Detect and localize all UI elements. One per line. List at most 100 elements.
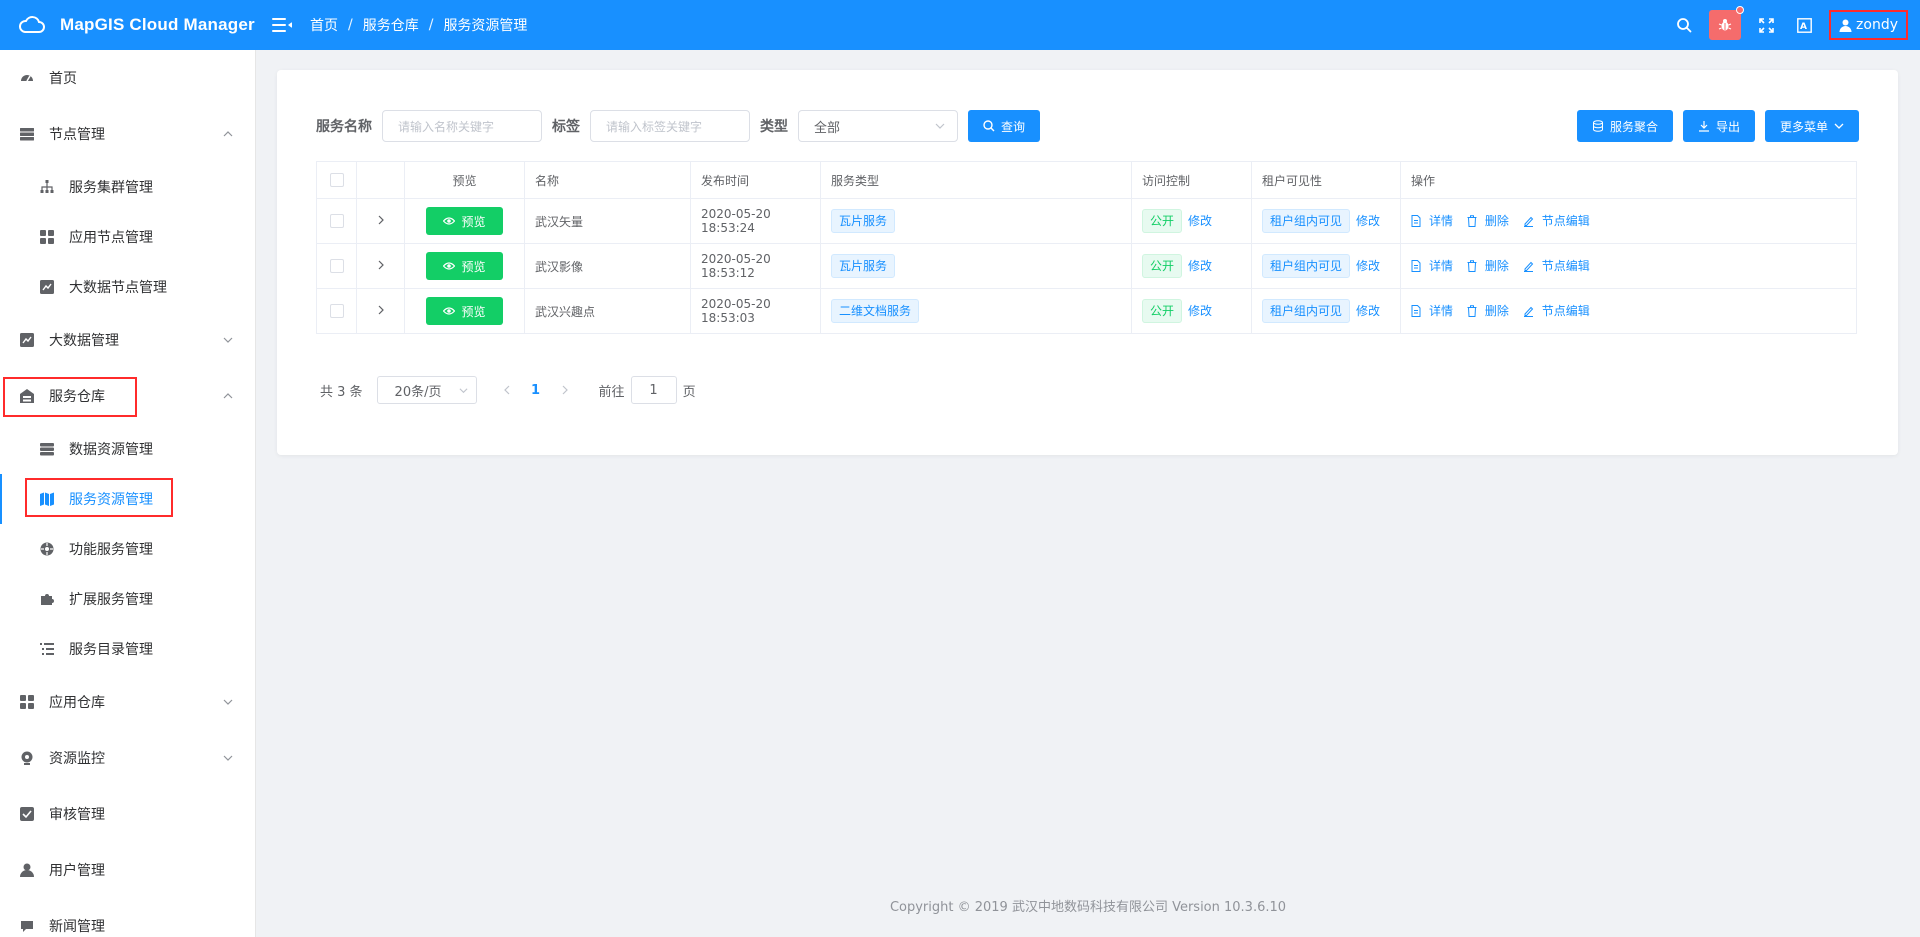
operations-cell: 详情 删除 节点编辑 xyxy=(1400,198,1857,244)
node-edit-label: 节点编辑 xyxy=(1541,214,1590,229)
edit-visibility-link[interactable]: 修改 xyxy=(1356,214,1380,228)
chevron-right-icon xyxy=(562,385,568,395)
sidebar-item-app-node[interactable]: 应用节点管理 xyxy=(0,212,255,262)
preview-button[interactable]: 预览 xyxy=(426,297,503,325)
sidebar-item-bigdata[interactable]: 大数据管理 xyxy=(0,312,255,368)
node-edit-button[interactable]: 节点编辑 xyxy=(1523,257,1590,274)
warehouse-icon xyxy=(20,389,34,403)
preview-label: 预览 xyxy=(461,259,486,274)
node-edit-label: 节点编辑 xyxy=(1541,259,1590,274)
expand-row-button[interactable] xyxy=(376,304,386,318)
breadcrumb-service-warehouse[interactable]: 服务仓库 xyxy=(363,15,419,35)
table-row: 预览 武汉矢量 2020-05-20 18:53:24 瓦片服务 公开 修改 租户… xyxy=(316,198,1857,244)
sidebar-item-node-management[interactable]: 节点管理 xyxy=(0,106,255,162)
next-page-button[interactable] xyxy=(551,376,579,404)
expand-row-button[interactable] xyxy=(376,214,386,228)
node-edit-button[interactable]: 节点编辑 xyxy=(1523,302,1590,319)
sidebar-item-label: 服务集群管理 xyxy=(69,180,153,196)
goto-page-input[interactable]: 1 xyxy=(630,376,677,404)
sidebar-item-news[interactable]: 新闻管理 xyxy=(0,898,255,937)
detail-button[interactable]: 详情 xyxy=(1411,257,1453,274)
edit-access-link[interactable]: 修改 xyxy=(1188,214,1212,228)
expand-row-button[interactable] xyxy=(376,259,386,273)
chevron-down-icon xyxy=(223,699,233,705)
check-icon xyxy=(20,807,34,821)
preview-button[interactable]: 预览 xyxy=(426,252,503,280)
time-cell: 2020-05-20 18:53:24 xyxy=(690,198,821,244)
delete-icon xyxy=(1467,260,1477,272)
sidebar-item-service-resource[interactable]: 服务资源管理 xyxy=(0,474,255,524)
document-icon xyxy=(1411,259,1421,272)
type-cell: 瓦片服务 xyxy=(820,198,1132,244)
edit-access-link[interactable]: 修改 xyxy=(1188,304,1212,318)
row-checkbox[interactable] xyxy=(329,214,344,229)
language-icon[interactable]: A xyxy=(1785,0,1823,50)
name-search-input[interactable]: 请输入名称关键字 xyxy=(382,110,542,142)
search-icon[interactable] xyxy=(1665,0,1703,50)
sidebar-item-data-resource[interactable]: 数据资源管理 xyxy=(0,424,255,474)
service-type-tag: 瓦片服务 xyxy=(831,254,896,278)
sidebar-item-resource-monitor[interactable]: 资源监控 xyxy=(0,730,255,786)
sidebar-item-bigdata-node[interactable]: 大数据节点管理 xyxy=(0,262,255,312)
delete-button[interactable]: 删除 xyxy=(1467,302,1509,319)
page-size-select[interactable]: 20条/页 xyxy=(376,376,477,404)
goto-label: 前往 xyxy=(598,384,625,400)
edit-icon xyxy=(1523,216,1533,227)
tag-search-input[interactable]: 请输入标签关键字 xyxy=(590,110,750,142)
bug-icon xyxy=(1718,19,1732,31)
chart-icon xyxy=(40,280,54,294)
sidebar-item-service-catalog[interactable]: 服务目录管理 xyxy=(0,624,255,674)
collapse-menu-icon[interactable] xyxy=(272,17,292,33)
preview-cell: 预览 xyxy=(404,198,525,244)
prev-page-button[interactable] xyxy=(493,376,521,404)
sidebar-item-label: 新闻管理 xyxy=(49,919,105,935)
sidebar-item-service-warehouse[interactable]: 服务仓库 xyxy=(0,368,255,424)
sidebar-item-app-warehouse[interactable]: 应用仓库 xyxy=(0,674,255,730)
page-number[interactable]: 1 xyxy=(521,376,551,404)
app-title: MapGIS Cloud Manager xyxy=(60,15,255,34)
sidebar-item-extension-service[interactable]: 扩展服务管理 xyxy=(0,574,255,624)
type-select[interactable]: 全部 xyxy=(798,110,958,142)
access-tag: 公开 xyxy=(1142,209,1183,233)
column-header: 名称 xyxy=(524,161,691,199)
sidebar-item-audit[interactable]: 审核管理 xyxy=(0,786,255,842)
export-button-label: 导出 xyxy=(1715,119,1740,134)
user-menu[interactable]: zondy xyxy=(1829,10,1908,40)
fullscreen-icon[interactable] xyxy=(1747,0,1785,50)
edit-visibility-link[interactable]: 修改 xyxy=(1356,259,1380,273)
search-button[interactable]: 查询 xyxy=(968,110,1041,142)
name-cell: 武汉矢量 xyxy=(524,198,691,244)
aggregate-button[interactable]: 服务聚合 xyxy=(1576,110,1673,142)
sidebar-item-label: 服务仓库 xyxy=(49,389,105,405)
more-menu-button[interactable]: 更多菜单 xyxy=(1764,110,1859,142)
row-checkbox[interactable] xyxy=(329,259,344,274)
preview-button[interactable]: 预览 xyxy=(426,207,503,235)
chevron-down-icon xyxy=(223,337,233,343)
sidebar-item-cluster[interactable]: 服务集群管理 xyxy=(0,162,255,212)
brand[interactable]: MapGIS Cloud Manager xyxy=(0,0,256,50)
expand-cell xyxy=(356,198,405,244)
sidebar-item-function-service[interactable]: 功能服务管理 xyxy=(0,524,255,574)
sidebar-item-user[interactable]: 用户管理 xyxy=(0,842,255,898)
column-header: 操作 xyxy=(1400,161,1857,199)
database-icon xyxy=(40,442,54,456)
bug-report-button[interactable] xyxy=(1709,6,1745,40)
delete-button[interactable]: 删除 xyxy=(1467,257,1509,274)
preview-cell: 预览 xyxy=(404,288,525,334)
row-checkbox[interactable] xyxy=(329,304,344,319)
database-icon xyxy=(1592,120,1603,132)
sidebar-item-label: 大数据节点管理 xyxy=(69,280,167,296)
expand-cell xyxy=(356,243,405,289)
node-edit-button[interactable]: 节点编辑 xyxy=(1523,212,1590,229)
detail-button[interactable]: 详情 xyxy=(1411,302,1453,319)
edit-visibility-link[interactable]: 修改 xyxy=(1356,304,1380,318)
export-button[interactable]: 导出 xyxy=(1682,110,1755,142)
edit-access-link[interactable]: 修改 xyxy=(1188,259,1212,273)
sidebar-item-home[interactable]: 首页 xyxy=(0,50,255,106)
sidebar-item-label: 应用仓库 xyxy=(49,695,105,711)
sidebar-item-label: 用户管理 xyxy=(49,863,105,879)
breadcrumb-home[interactable]: 首页 xyxy=(310,15,338,35)
detail-button[interactable]: 详情 xyxy=(1411,212,1453,229)
delete-button[interactable]: 删除 xyxy=(1467,212,1509,229)
select-all-checkbox[interactable] xyxy=(329,173,344,188)
